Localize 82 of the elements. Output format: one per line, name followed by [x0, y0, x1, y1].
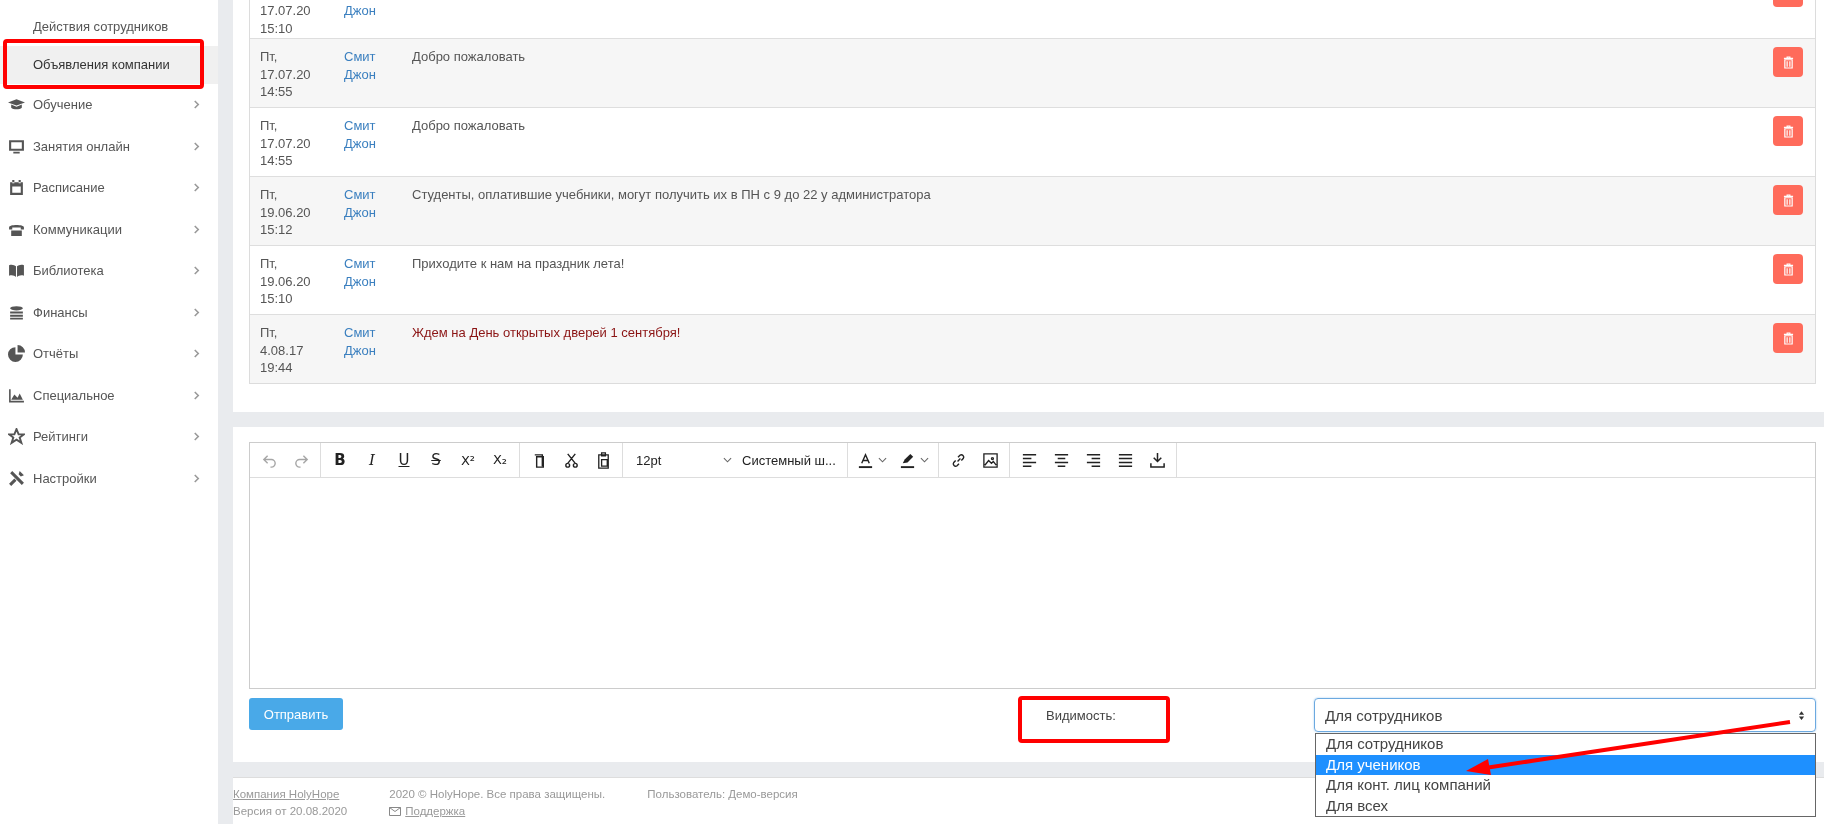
letter-a-icon	[857, 451, 874, 469]
dropdown-option[interactable]: Для всех	[1316, 795, 1815, 816]
date-text: Пт, 4.08.17 19:44	[260, 324, 304, 377]
coins-icon	[8, 303, 25, 321]
copyright-text: 2020 © HolyHope. Все права защищены.	[389, 787, 606, 802]
trash-icon	[1782, 193, 1794, 207]
download-icon	[1148, 451, 1166, 469]
toolbar-dropdown[interactable]: 12pt	[626, 445, 738, 475]
pie-icon	[8, 345, 25, 363]
date-text: Пт, 19.06.20 15:12	[260, 186, 311, 239]
sub-button[interactable]: X₂	[484, 445, 516, 475]
book-icon	[8, 262, 25, 280]
sidebar-item[interactable]: Отчёты	[33, 346, 193, 362]
sidebar-subitem[interactable]: Действия сотрудников	[0, 8, 218, 46]
author-link[interactable]: Смит Джон	[344, 48, 376, 83]
chart-icon	[8, 386, 25, 404]
message-text: Приходите к нам на праздник лета!	[412, 256, 625, 271]
chevron-icon	[193, 99, 200, 111]
toolbar-dropdown[interactable]: Системный ш...	[738, 445, 844, 475]
chevron-icon	[193, 389, 200, 401]
chevron-icon	[193, 265, 200, 277]
align-left-icon	[1020, 451, 1038, 469]
chevron-icon	[193, 431, 200, 443]
sidebar-item[interactable]: Настройки	[33, 470, 193, 486]
marker-icon	[899, 451, 916, 469]
sidebar-item[interactable]: Коммуникации	[33, 221, 193, 237]
star-icon	[8, 428, 25, 446]
chevron-icon	[193, 472, 200, 484]
trash-icon	[1782, 124, 1794, 138]
dropdown-option[interactable]: Для конт. лиц компаний	[1316, 775, 1815, 796]
tools-icon	[8, 469, 25, 487]
align-right-icon	[1084, 451, 1102, 469]
date-text: Пт, 17.07.20 14:55	[260, 48, 311, 101]
chevron-icon	[193, 348, 200, 360]
message-text: Добро пожаловать	[412, 118, 526, 133]
author-link[interactable]: Джон	[344, 2, 376, 20]
envelope-icon	[389, 807, 402, 816]
author-link[interactable]: Смит Джон	[344, 186, 376, 221]
sidebar-item[interactable]: Рейтинги	[33, 429, 193, 445]
cut-icon	[562, 451, 580, 469]
message-text: Добро пожаловать	[412, 49, 526, 64]
calendar-icon	[8, 179, 25, 197]
sidebar-subitem[interactable]: Объявления компании	[0, 46, 218, 84]
message-text: Студенты, оплатившие учебники, могут получить их в ПН с 9 до 22 у администратора	[412, 187, 931, 202]
sidebar-item[interactable]: Занятия онлайн	[33, 138, 193, 154]
trash-icon	[1782, 262, 1794, 276]
visibility-select[interactable]: Для сотрудников	[1314, 698, 1816, 732]
italic-button[interactable]: I	[356, 445, 388, 475]
trash-icon	[1782, 331, 1794, 345]
caret-icon	[920, 457, 929, 463]
sup-button[interactable]: X²	[452, 445, 484, 475]
underline-button[interactable]: U	[388, 445, 420, 475]
sort-arrows-icon	[1798, 709, 1805, 721]
sidebar-item[interactable]: Специальное	[33, 387, 193, 403]
message-text: Ждем на День открытых дверей 1 сентября!	[412, 325, 681, 340]
author-link[interactable]: Смит Джон	[344, 117, 376, 152]
sidebar-item[interactable]: Обучение	[33, 97, 193, 113]
bold-button[interactable]: B	[324, 445, 356, 475]
sidebar-item[interactable]: Расписание	[33, 180, 193, 196]
chevron-icon	[193, 182, 200, 194]
chevron-icon	[193, 306, 200, 318]
date-text: 17.07.20 15:10	[260, 2, 311, 37]
monitor-icon	[8, 137, 25, 155]
version-text: Версия от 20.08.2020	[233, 804, 348, 819]
justify-icon	[1116, 451, 1134, 469]
chevron-icon	[193, 140, 200, 152]
strike-button[interactable]: S	[420, 445, 452, 475]
trash-icon	[1782, 55, 1794, 69]
caret-icon	[878, 457, 887, 463]
sidebar-item[interactable]: Библиотека	[33, 263, 193, 279]
align-center-icon	[1052, 451, 1070, 469]
user-text: Пользователь: Демо-версия	[647, 787, 798, 802]
author-link[interactable]: Смит Джон	[344, 255, 376, 290]
image-icon	[981, 451, 999, 469]
sidebar-item[interactable]: Финансы	[33, 304, 193, 320]
chevron-icon	[193, 223, 200, 235]
caret-icon	[723, 457, 732, 463]
date-text: Пт, 19.06.20 15:10	[260, 255, 311, 308]
date-text: Пт, 17.07.20 14:55	[260, 117, 311, 170]
author-link[interactable]: Смит Джон	[344, 324, 376, 359]
dropdown-option[interactable]: Для сотрудников	[1316, 734, 1815, 755]
visibility-label: Видимость:	[1046, 708, 1116, 723]
